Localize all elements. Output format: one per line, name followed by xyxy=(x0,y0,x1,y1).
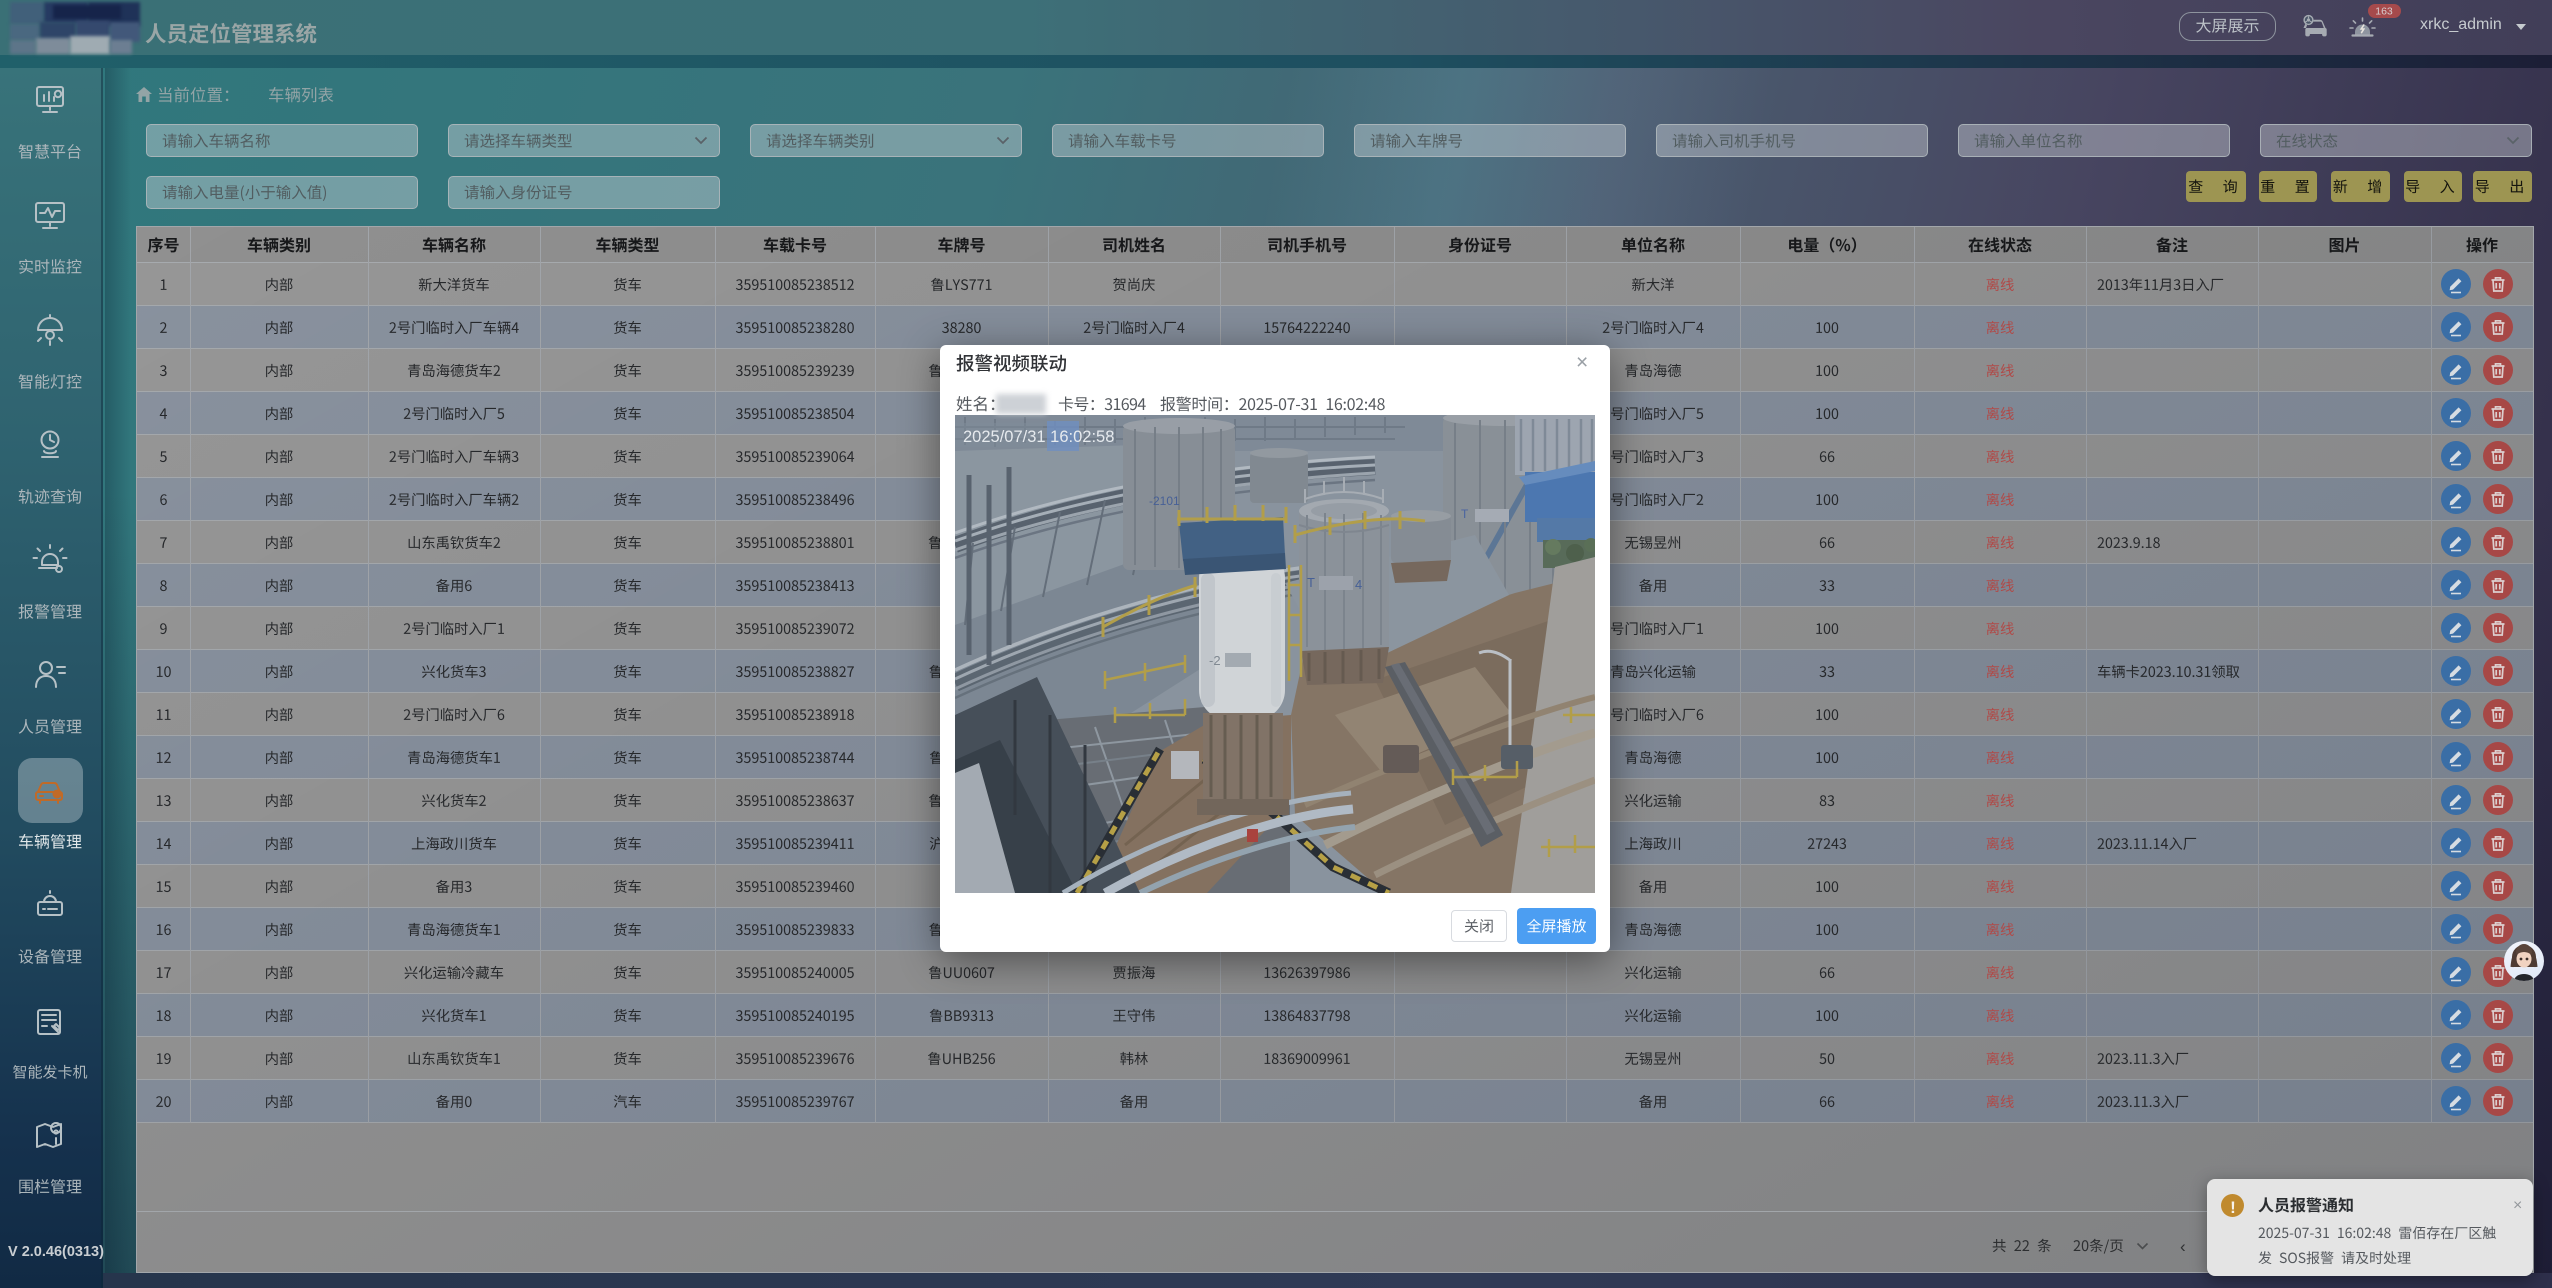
svg-text:2025/07/31 16:02:58: 2025/07/31 16:02:58 xyxy=(963,428,1114,446)
